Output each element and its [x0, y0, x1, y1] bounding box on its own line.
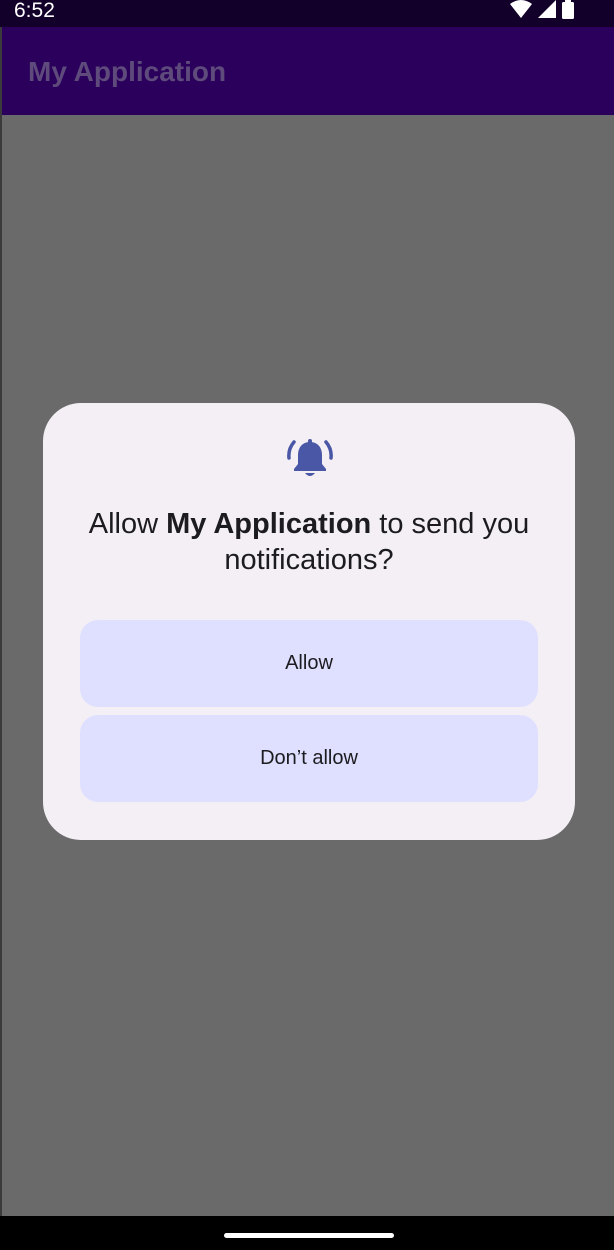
app-bar: My Application — [2, 27, 614, 115]
battery-icon — [562, 0, 574, 24]
status-icons — [510, 0, 574, 20]
navigation-bar — [0, 1216, 614, 1250]
allow-button[interactable]: Allow — [80, 620, 538, 707]
dialog-title: Allow My Application to send you notific… — [83, 506, 535, 578]
status-time: 6:52 — [14, 0, 55, 22]
screen-edge — [0, 0, 2, 1250]
notification-permission-dialog: Allow My Application to send you notific… — [43, 403, 575, 840]
dont-allow-button-label: Don’t allow — [260, 747, 358, 769]
app-title: My Application — [28, 56, 227, 87]
dialog-title-prefix: Allow — [88, 508, 167, 540]
signal-icon — [538, 0, 556, 23]
dialog-title-app-name: My Application — [166, 508, 372, 540]
allow-button-label: Allow — [285, 652, 333, 674]
dont-allow-button[interactable]: Don’t allow — [80, 715, 538, 802]
home-gesture-handle[interactable] — [224, 1233, 394, 1238]
bell-ringing-icon — [287, 436, 333, 482]
wifi-icon — [510, 0, 532, 23]
status-bar: 6:52 — [0, 0, 614, 27]
